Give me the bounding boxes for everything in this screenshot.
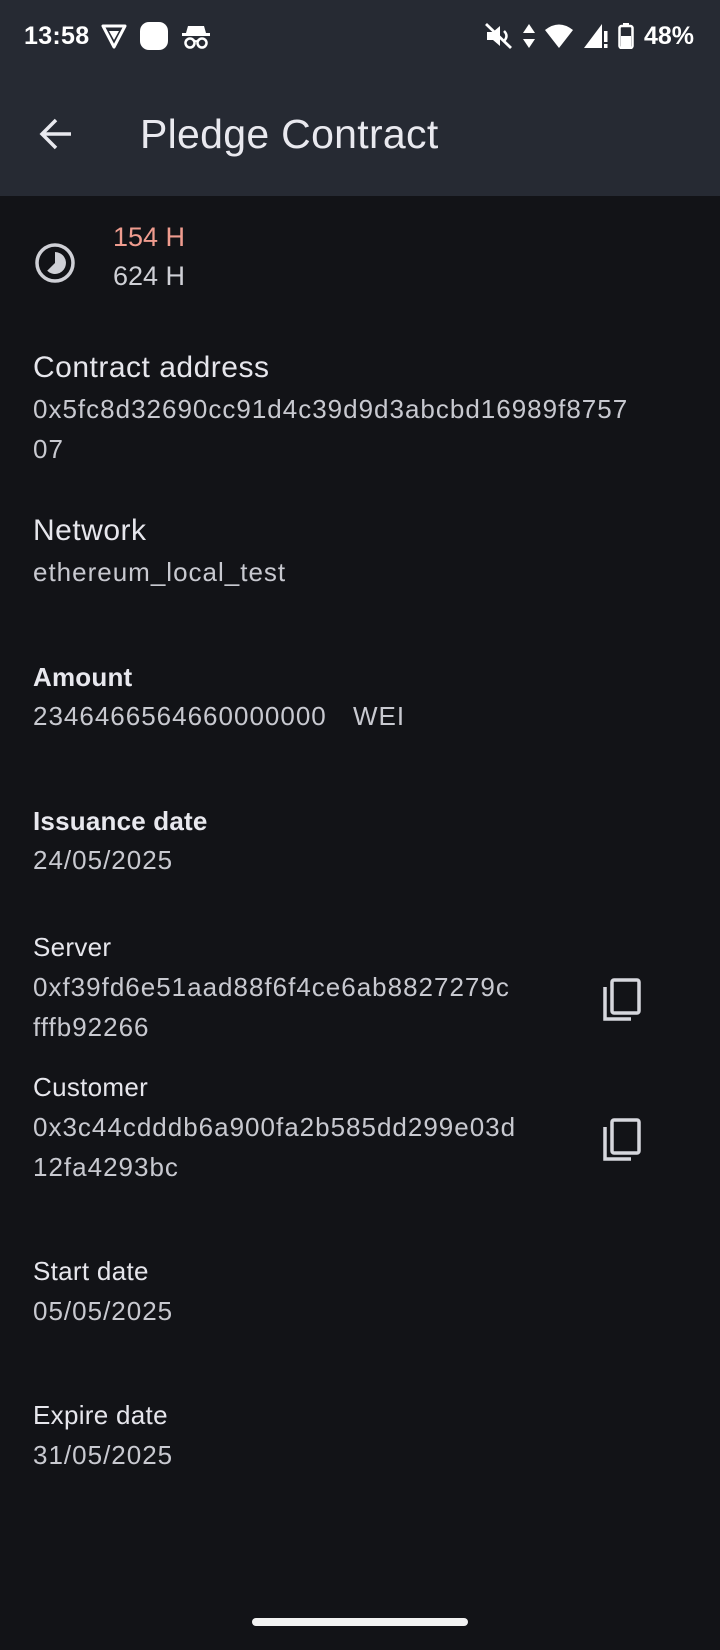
copy-icon	[603, 978, 641, 1021]
wifi-icon	[544, 23, 574, 49]
notification-app-icon	[139, 21, 169, 51]
issuance-date-label: Issuance date	[33, 806, 208, 836]
data-arrows-icon	[522, 23, 536, 49]
amount-value: 2346466564660000000	[33, 701, 327, 731]
timelapse-icon	[35, 243, 75, 283]
issuance-date-field: Issuance date 24/05/2025	[33, 806, 208, 880]
customer-label: Customer	[33, 1072, 149, 1102]
timer-remaining: 154 H	[113, 222, 186, 252]
copy-customer-button[interactable]	[594, 1112, 650, 1168]
status-bar-left: 13:58	[24, 21, 223, 51]
status-time: 13:58	[24, 21, 90, 50]
server-label: Server	[33, 932, 112, 962]
contract-address-field: Contract address 0x5fc8d32690cc91d4c39d9…	[33, 351, 628, 469]
back-button[interactable]	[16, 94, 96, 174]
copy-icon	[603, 1118, 641, 1161]
expire-date-value: 31/05/2025	[33, 1440, 174, 1470]
vpn-shield-icon	[101, 23, 127, 49]
customer-value: 0x3c44cdddb6a900fa2b585dd299e03d 12fa429…	[33, 1107, 516, 1187]
page-title: Pledge Contract	[140, 110, 439, 157]
network-label: Network	[33, 514, 147, 547]
amount-label: Amount	[33, 662, 133, 692]
expire-date-field: Expire date 31/05/2025	[33, 1400, 173, 1475]
expire-date-label: Expire date	[33, 1400, 168, 1430]
battery-icon	[618, 23, 634, 49]
network-value: ethereum_local_test	[33, 557, 287, 587]
cell-signal-icon	[582, 22, 610, 50]
status-bar-right: 48%	[484, 22, 694, 51]
arrow-back-icon	[39, 118, 71, 150]
copy-server-button[interactable]	[594, 972, 650, 1028]
contract-address-value-line2: 07	[33, 434, 64, 464]
app-bar: Pledge Contract	[0, 72, 720, 196]
customer-field: Customer 0x3c44cdddb6a900fa2b585dd299e03…	[33, 1072, 516, 1187]
contract-address-value: 0x5fc8d32690cc91d4c39d9d3abcbd16989f8757…	[33, 389, 628, 469]
contract-address-value-line1: 0x5fc8d32690cc91d4c39d9d3abcbd16989f8757	[33, 394, 629, 424]
server-field: Server 0xf39fd6e51aad88f6f4ce6ab8827279c…	[33, 932, 510, 1047]
start-date-value: 05/05/2025	[33, 1296, 174, 1326]
server-value-line1: 0xf39fd6e51aad88f6f4ce6ab8827279c	[33, 972, 510, 1002]
amount-unit: WEI	[352, 701, 406, 731]
amount-field: Amount 2346466564660000000 WEI	[33, 662, 405, 736]
server-value-line2: fffb92266	[33, 1012, 150, 1042]
server-value: 0xf39fd6e51aad88f6f4ce6ab8827279c fffb92…	[33, 967, 510, 1047]
start-date-label: Start date	[33, 1256, 149, 1286]
battery-percentage: 48%	[643, 21, 694, 50]
customer-value-line2: 12fa4293bc	[33, 1152, 179, 1182]
start-date-field: Start date 05/05/2025	[33, 1256, 173, 1331]
customer-value-line1: 0x3c44cdddb6a900fa2b585dd299e03d	[33, 1112, 517, 1142]
issuance-date-value: 24/05/2025	[33, 845, 174, 875]
home-indicator[interactable]	[252, 1618, 468, 1626]
amount-value-row: 2346466564660000000 WEI	[33, 696, 405, 736]
network-field: Network ethereum_local_test	[33, 514, 286, 592]
status-bar: 13:58 48%	[0, 0, 720, 72]
mute-icon	[484, 22, 514, 50]
contract-address-label: Contract address	[33, 351, 270, 384]
timer-section: 154 H 624 H	[0, 222, 720, 302]
timer-total: 624 H	[113, 261, 186, 291]
incognito-icon	[181, 23, 211, 49]
